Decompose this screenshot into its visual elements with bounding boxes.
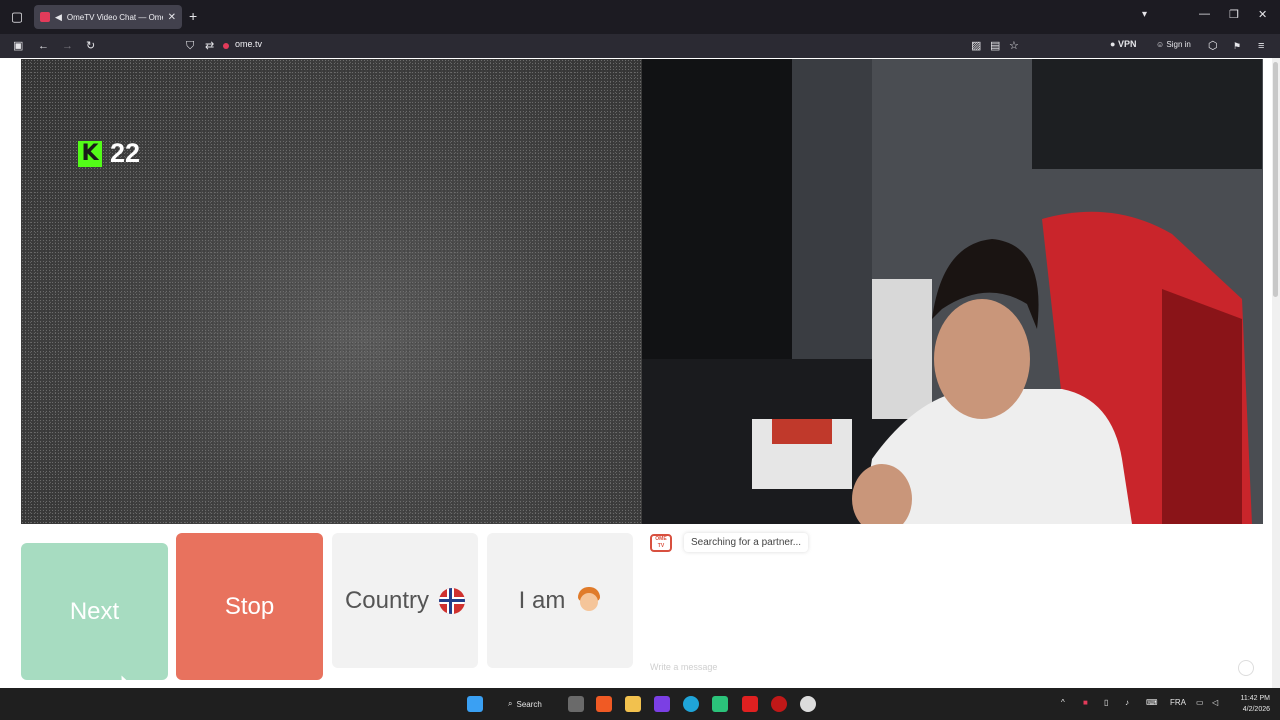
edge-icon[interactable] [683, 696, 699, 712]
tray-chevron-icon[interactable]: ^ [1061, 698, 1065, 707]
keyboard-icon[interactable]: ⌨ [1146, 698, 1158, 707]
gender-label: I am [518, 586, 566, 614]
windows-taskbar: ⌕ Search ^ ■ ▯ ♪ ⌨ FRA ▭ ◁ 11:42 PM 4/2/… [0, 688, 1280, 720]
partner-video: K 22 [21, 59, 642, 524]
status-message: Searching for a partner... [684, 533, 809, 552]
translate-icon[interactable]: ⚑ [1233, 38, 1241, 54]
recorder-icon[interactable] [771, 696, 787, 712]
network-icon[interactable]: ▭ [1196, 698, 1204, 707]
bookmark-star-icon[interactable]: ☆ [1009, 38, 1019, 54]
battery-icon[interactable]: ▯ [1104, 698, 1108, 707]
search-label: Search [516, 699, 542, 709]
permissions-icon[interactable]: ⇄ [205, 38, 214, 54]
chevron-down-icon[interactable]: ▾ [1142, 9, 1147, 20]
search-icon: ⌕ [508, 699, 513, 708]
tab-title: OmeTV Video Chat — Ome [66, 12, 163, 22]
tray-app-icon[interactable]: ■ [1083, 698, 1088, 707]
chat-panel: OME TV Searching for a partner... Write … [642, 525, 1263, 688]
speaker-icon[interactable]: ◀ [55, 12, 62, 23]
close-tab-icon[interactable]: ✕ [168, 12, 176, 23]
stop-label: Stop [224, 592, 275, 620]
new-tab-button[interactable]: + [189, 8, 197, 24]
self-webcam-video [642, 59, 1263, 524]
scroll-thumb[interactable] [1273, 62, 1278, 297]
app-icon[interactable] [712, 696, 728, 712]
minimize-icon[interactable]: — [1199, 8, 1210, 20]
gender-button[interactable]: I am [487, 533, 633, 668]
stop-button[interactable]: Stop [176, 533, 323, 680]
windows-start-icon[interactable] [467, 696, 483, 712]
ometv-page: K 22 Next Stop Country I am OME TV Searc… [0, 58, 1280, 689]
vpn-label: VPN [1117, 39, 1137, 49]
url-bar[interactable]: ome.tv [235, 39, 262, 49]
boy-avatar-icon [577, 586, 601, 615]
webcam-scene [642, 59, 1263, 524]
reload-icon[interactable]: ↻ [86, 38, 95, 54]
tab-list-icon[interactable]: ▢ [0, 0, 34, 34]
ometv-logo-icon: OME TV [650, 534, 672, 552]
emoji-icon[interactable] [1238, 660, 1254, 676]
vpn-button[interactable]: ● VPN [1110, 39, 1136, 49]
sign-in-button[interactable]: ☺ Sign in [1156, 40, 1191, 49]
static-noise [21, 59, 642, 524]
brave-icon[interactable] [596, 696, 612, 712]
clock-date: 4/2/2026 [1242, 706, 1270, 713]
firefox-icon[interactable] [654, 696, 670, 712]
close-window-icon[interactable]: ✕ [1258, 8, 1267, 21]
clock-time: 11:42 PM [1240, 695, 1270, 702]
language-indicator[interactable]: FRA [1170, 698, 1186, 707]
forward-icon[interactable]: → [62, 38, 73, 54]
obs-icon[interactable] [800, 696, 816, 712]
volume-icon[interactable]: ◁ [1212, 698, 1218, 707]
norway-flag-icon [439, 587, 466, 614]
tab-ometv[interactable]: ◀ OmeTV Video Chat — Ome ✕ [34, 5, 182, 29]
sign-in-label: Sign in [1166, 40, 1191, 49]
browser-tab-bar: ▢ ◀ OmeTV Video Chat — Ome ✕ + ▾ — ❐ ✕ [0, 0, 1280, 34]
restore-icon[interactable]: ❐ [1229, 8, 1239, 21]
reader-icon[interactable]: ▤ [990, 38, 1000, 54]
country-label: Country [344, 586, 430, 614]
file-explorer-icon[interactable] [625, 696, 641, 712]
menu-icon[interactable]: ≡ [1258, 38, 1264, 54]
taskbar-search[interactable]: ⌕ Search [502, 694, 552, 714]
taskbar-clock[interactable]: 11:42 PM 4/2/2026 [1226, 693, 1270, 715]
viewer-count: 22 [110, 138, 141, 168]
microphone-icon[interactable]: ♪ [1125, 698, 1129, 707]
back-icon[interactable]: ← [38, 38, 49, 54]
extensions-icon[interactable]: ⬡ [1208, 38, 1218, 54]
site-favicon-icon [223, 43, 229, 49]
next-button[interactable]: Next [21, 543, 168, 680]
kick-viewer-badge: K 22 [78, 138, 140, 169]
youtube-icon[interactable] [742, 696, 758, 712]
shield-icon[interactable]: ⛉ [186, 38, 194, 54]
sidebar-icon[interactable]: ▣ [13, 38, 23, 54]
navigation-bar: ▣ ← → ↻ ⛉ ⇄ ome.tv ▨ ▤ ☆ ● VPN ☺ Sign in… [0, 34, 1280, 58]
message-input[interactable]: Write a message [650, 662, 717, 672]
kick-logo-icon: K [78, 140, 102, 167]
ometv-favicon-icon [40, 12, 50, 22]
country-button[interactable]: Country [332, 533, 478, 668]
page-scrollbar[interactable] [1272, 58, 1280, 688]
next-label: Next [69, 597, 120, 625]
picture-icon[interactable]: ▨ [971, 38, 981, 54]
task-view-icon[interactable] [568, 696, 584, 712]
